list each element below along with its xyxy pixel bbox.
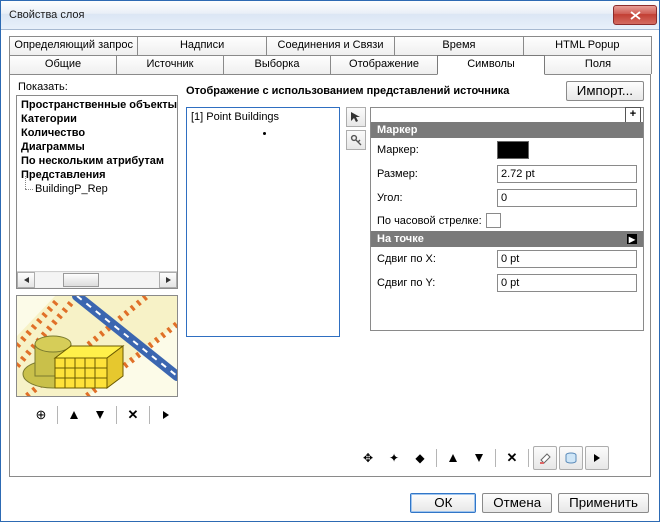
marker-swatch[interactable] xyxy=(497,141,529,159)
layer-tool-column xyxy=(346,107,364,440)
prop-offset-x-label: Сдвиг по X: xyxy=(377,253,493,265)
rule-expand-button[interactable] xyxy=(154,403,178,427)
tab-поля[interactable]: Поля xyxy=(544,55,652,74)
section-marker[interactable]: Маркер xyxy=(371,122,643,138)
layer-delete-button[interactable]: ✕ xyxy=(500,446,524,470)
tab-время[interactable]: Время xyxy=(394,36,523,55)
layers-toolbar: ✥ ✦ ◆ ✕ xyxy=(356,446,609,470)
rule-item[interactable]: [1] Point Buildings xyxy=(191,111,335,123)
tree-item[interactable]: По нескольким атрибутам xyxy=(21,154,177,168)
tree-item[interactable]: BuildingP_Rep xyxy=(21,182,177,196)
prop-size-label: Размер: xyxy=(377,168,493,180)
layer-tool-direct-select[interactable] xyxy=(346,107,366,127)
cancel-button[interactable]: Отмена xyxy=(482,493,552,513)
tree-hscrollbar[interactable] xyxy=(17,271,177,288)
scroll-left-button[interactable] xyxy=(17,272,35,288)
symbology-preview xyxy=(16,295,178,397)
tree-item[interactable]: Категории xyxy=(21,112,177,126)
rule-up-button[interactable] xyxy=(62,403,86,427)
offset-x-input[interactable]: 0 pt xyxy=(497,250,637,268)
layers-expand-button[interactable] xyxy=(585,446,609,470)
tree-item[interactable]: Представления xyxy=(21,168,177,182)
rule-down-button[interactable] xyxy=(88,403,112,427)
rule-delete-button[interactable]: ✕ xyxy=(121,403,145,427)
layer-down-button[interactable] xyxy=(467,446,491,470)
angle-input[interactable]: 0 xyxy=(497,189,637,207)
rule-list-toolbar: ⊕ ✕ xyxy=(29,403,178,427)
dialog-footer: ОК Отмена Применить xyxy=(1,485,659,521)
add-marker-layer-button[interactable]: ✥ xyxy=(356,446,380,470)
tab-отображение[interactable]: Отображение xyxy=(330,55,438,74)
renderer-tree[interactable]: Пространственные объектыКатегорииКоличес… xyxy=(16,95,178,289)
tree-item[interactable]: Пространственные объекты xyxy=(21,98,177,112)
size-input[interactable]: 2.72 pt xyxy=(497,165,637,183)
left-panel: Показать: Пространственные объектыКатего… xyxy=(16,81,178,470)
prop-angle-label: Угол: xyxy=(377,192,493,204)
prop-clockwise-label: По часовой стрелке: xyxy=(377,215,482,227)
titlebar[interactable]: Свойства слоя xyxy=(1,1,659,30)
import-button[interactable]: Импорт... xyxy=(566,81,644,101)
layer-properties-window: Свойства слоя Определяющий запросНадписи… xyxy=(0,0,660,522)
show-label: Показать: xyxy=(16,81,178,95)
window-title: Свойства слоя xyxy=(9,9,613,21)
symbology-heading: Отображение с использованием представлен… xyxy=(186,85,560,97)
close-button[interactable] xyxy=(613,5,657,25)
prop-marker-label: Маркер: xyxy=(377,144,493,156)
scroll-right-button[interactable] xyxy=(159,272,177,288)
layer-up-button[interactable] xyxy=(441,446,465,470)
section-arrow-icon[interactable]: ▶ xyxy=(627,234,637,244)
scroll-thumb[interactable] xyxy=(63,273,99,287)
tree-item[interactable]: Диаграммы xyxy=(21,140,177,154)
tab-row-bottom: ОбщиеИсточникВыборкаОтображениеСимволыПо… xyxy=(9,55,651,75)
add-fill-layer-button[interactable]: ◆ xyxy=(408,446,432,470)
prop-offset-y-label: Сдвиг по Y: xyxy=(377,277,493,289)
tab-символы[interactable]: Символы xyxy=(437,55,545,75)
database-tool-button[interactable] xyxy=(559,446,583,470)
tree-item[interactable]: Количество xyxy=(21,126,177,140)
tab-общие[interactable]: Общие xyxy=(9,55,117,74)
tab-content: Показать: Пространственные объектыКатего… xyxy=(9,74,651,477)
clockwise-checkbox[interactable] xyxy=(486,213,501,228)
right-panel: Отображение с использованием представлен… xyxy=(186,81,644,470)
ok-button[interactable]: ОК xyxy=(410,493,476,513)
tab-определяющий-запрос[interactable]: Определяющий запрос xyxy=(9,36,138,55)
layer-tool-key-icon[interactable] xyxy=(346,130,366,150)
tab-выборка[interactable]: Выборка xyxy=(223,55,331,74)
marker-properties-panel: + Маркер Маркер: Размер: 2.72 pt xyxy=(370,107,644,331)
tab-источник[interactable]: Источник xyxy=(116,55,224,74)
tab-row-top: Определяющий запросНадписиСоединения и С… xyxy=(9,36,651,55)
tab-надписи[interactable]: Надписи xyxy=(137,36,266,55)
tab-соединения-и-связи[interactable]: Соединения и Связи xyxy=(266,36,395,55)
apply-button[interactable]: Применить xyxy=(558,493,649,513)
rule-point-symbol xyxy=(263,132,266,135)
eraser-tool-button[interactable] xyxy=(533,446,557,470)
add-effect-button[interactable]: + xyxy=(625,107,641,123)
client-area: Определяющий запросНадписиСоединения и С… xyxy=(1,30,659,485)
add-line-layer-button[interactable]: ✦ xyxy=(382,446,406,470)
tab-html-popup[interactable]: HTML Popup xyxy=(523,36,652,55)
new-rule-button[interactable]: ⊕ xyxy=(29,403,53,427)
offset-y-input[interactable]: 0 pt xyxy=(497,274,637,292)
section-on-point[interactable]: На точке ▶ xyxy=(371,231,643,247)
representation-rule-list[interactable]: [1] Point Buildings xyxy=(186,107,340,337)
